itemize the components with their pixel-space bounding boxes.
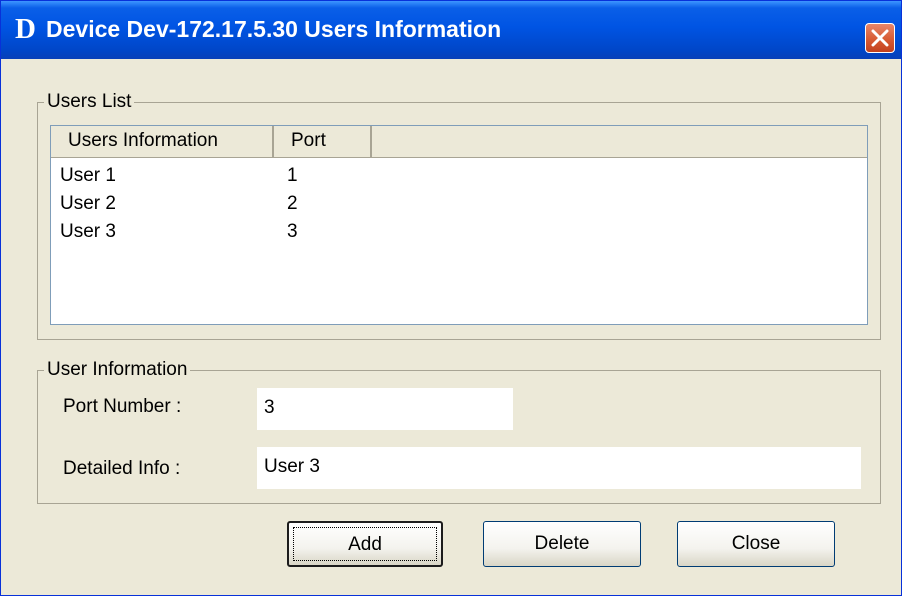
row-user-info: User 3	[60, 221, 116, 242]
table-row[interactable]: User 2 2	[51, 190, 867, 218]
users-list-group: Users List Users Information Port User 1…	[37, 91, 881, 340]
users-list-legend: Users List	[44, 91, 135, 113]
row-user-info: User 2	[60, 193, 116, 214]
delete-button[interactable]: Delete	[483, 521, 641, 567]
table-row[interactable]: User 1 1	[51, 162, 867, 190]
detailed-info-label: Detailed Info :	[63, 458, 181, 479]
window-title: Device Dev-172.17.5.30 Users Information	[46, 16, 502, 42]
delete-button-label: Delete	[534, 533, 590, 554]
column-header-port[interactable]: Port	[274, 126, 372, 157]
row-user-info: User 1	[60, 165, 116, 186]
close-button-label: Close	[731, 533, 781, 554]
port-number-field[interactable]: 3	[257, 388, 513, 430]
title-bar[interactable]: D Device Dev-172.17.5.30 Users Informati…	[1, 1, 901, 59]
list-header: Users Information Port	[51, 126, 867, 158]
user-information-legend: User Information	[44, 359, 191, 381]
close-icon	[871, 29, 889, 47]
close-window-button[interactable]	[865, 23, 895, 53]
row-port: 2	[287, 193, 298, 214]
focus-indicator	[293, 527, 437, 561]
row-port: 1	[287, 165, 298, 186]
row-port: 3	[287, 221, 298, 242]
users-information-dialog: D Device Dev-172.17.5.30 Users Informati…	[0, 0, 902, 596]
close-button[interactable]: Close	[677, 521, 835, 567]
port-number-label: Port Number :	[63, 396, 182, 417]
column-header-users-information[interactable]: Users Information	[51, 126, 274, 157]
add-button[interactable]: Add	[287, 521, 443, 567]
users-list-view[interactable]: Users Information Port User 1 1 User 2 2…	[50, 125, 868, 325]
table-row[interactable]: User 3 3	[51, 218, 867, 246]
dlink-d-logo-icon: D	[15, 13, 36, 45]
detailed-info-field[interactable]: User 3	[257, 447, 861, 489]
